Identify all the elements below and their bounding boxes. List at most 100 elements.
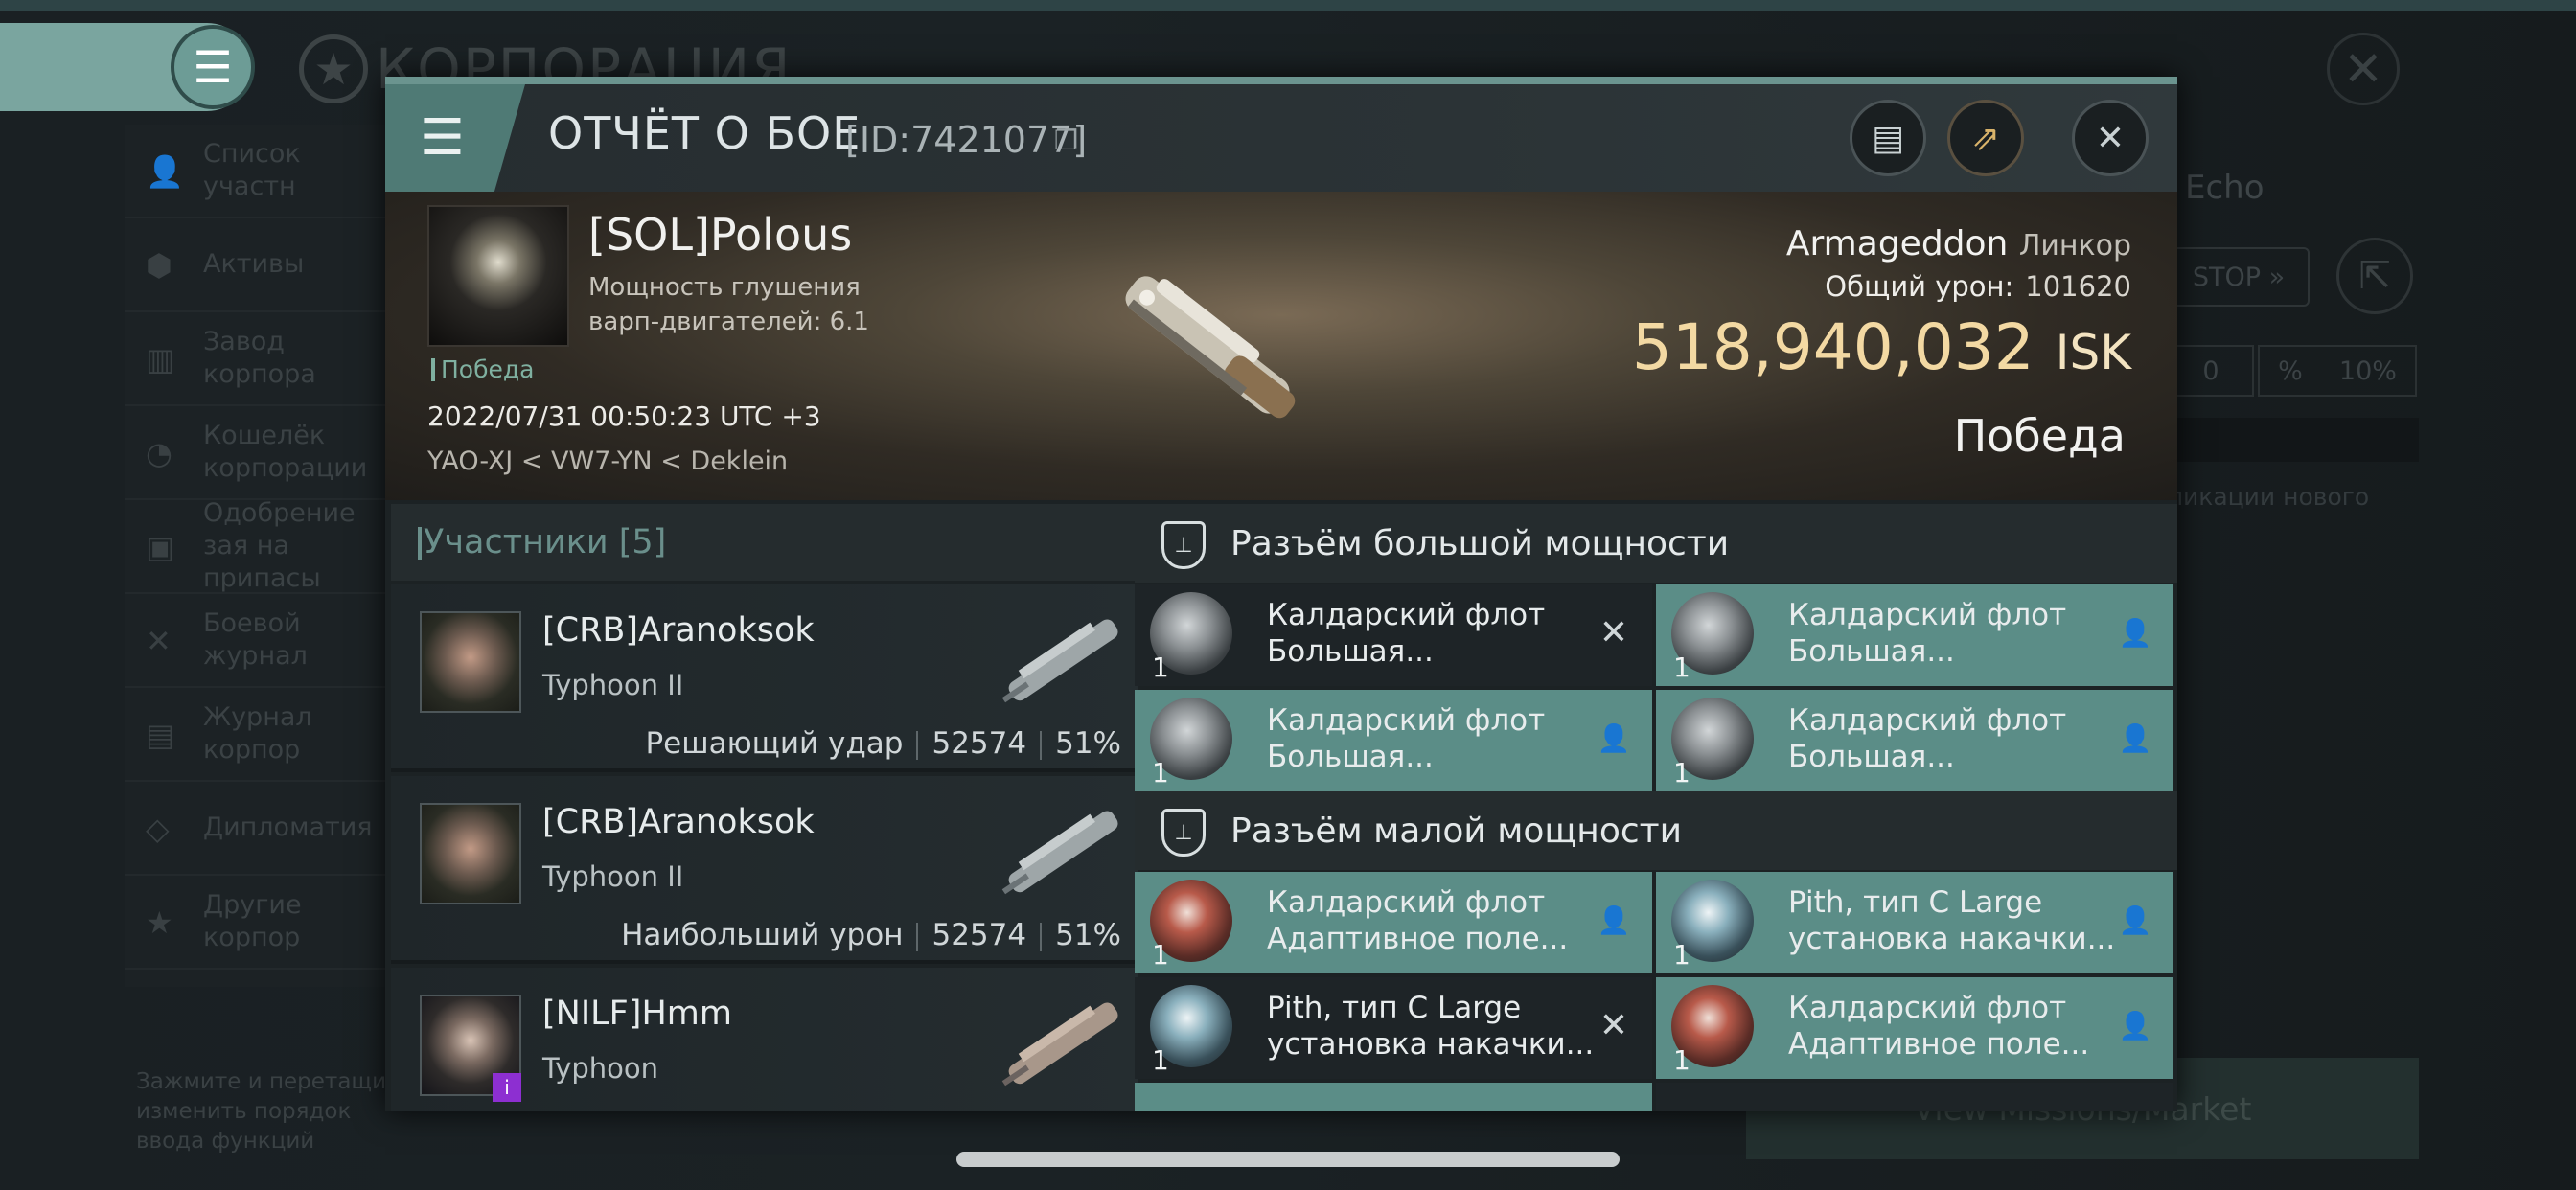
module-slot[interactable]: 1 Калдарский флот Большая... 👤 [1656,584,2174,686]
sidebar-item-members[interactable]: 👤 Список участн [125,125,393,218]
participant-ship: Typhoon [542,1052,659,1085]
sidebar-item-corporations[interactable]: ★ Другие корпор [125,876,393,970]
members-icon: 👤 [146,153,184,190]
corporations-icon: ★ [146,904,173,941]
close-icon[interactable]: ✕ [2327,33,2400,105]
module-name-2: Большая... [1267,740,1434,774]
close-icon[interactable]: ✕ [2072,100,2149,176]
dropped-person-icon: 👤 [2118,616,2152,649]
kill-datetime: 2022/07/31 00:50:23 UTC +3 [427,400,821,432]
module-slot[interactable] [1135,1083,1652,1111]
high-slot-icon: ⊥ [1162,521,1206,569]
low-slots-header: ⊥ Разъём малой мощности [1135,791,2177,870]
home-indicator[interactable] [956,1152,1620,1167]
sidebar-item-factory[interactable]: ▥ Завод корпора [125,312,393,406]
sidebar-item-approval[interactable]: ▣ Одобрение зая на припасы [125,498,393,594]
sidebar-item-label: Одобрение зая на припасы [203,498,356,593]
module-name: Pith, тип C Large [1267,991,1522,1025]
assets-icon: ⬢ [146,247,172,284]
participant-damage: 52574 [932,918,1027,952]
victim-portrait[interactable] [427,205,569,347]
module-name-2: Адаптивное поле... [1267,922,1569,956]
top-strip [0,0,2576,11]
module-slot[interactable]: 1 Pith, тип C Large установка накачки...… [1656,872,2174,973]
module-name: Калдарский флот [1788,598,2067,632]
participant-row[interactable]: i [NILF]Hmm Typhoon [391,968,1138,1111]
module-slot[interactable]: 1 Калдарский флот Большая... 👤 [1135,690,1652,791]
module-name: Калдарский флот [1267,598,1546,632]
module-slot[interactable]: 1 Калдарский флот Большая... ✕ [1135,584,1652,686]
sidebar-item-label: Дипломатия [203,812,373,842]
module-name: Калдарский флот [1788,703,2067,738]
divider [916,730,919,760]
module-slot[interactable]: 1 Pith, тип C Large установка накачки...… [1135,977,1652,1079]
external-link-icon[interactable]: ⇱ [2336,238,2413,314]
clipboard-icon[interactable]: ▤ [1850,100,1926,176]
module-name: Калдарский флот [1267,885,1546,920]
isk-value: 518,940,032 ISK [1632,310,2131,384]
dropped-person-icon: 👤 [1597,904,1631,936]
combat-log-icon: ✕ [146,623,172,659]
module-qty: 1 [1152,757,1169,789]
wallet-icon: ◔ [146,435,172,471]
module-slot[interactable]: 1 Калдарский флот Большая... 👤 [1656,690,2174,791]
participant-row[interactable]: [CRB]Aranoksok Typhoon II Решающий удар 5… [391,584,1138,772]
module-name-2: Большая... [1788,740,1955,774]
module-qty: 1 [1673,1044,1690,1076]
dialog-title: ОТЧЁТ О БОЕ [548,107,862,159]
high-slots-header: ⊥ Разъём большой мощности [1135,504,2177,583]
bg-subtext: ликации нового [2168,483,2370,511]
isk-amount: 518,940,032 [1631,310,2035,384]
participants-header: Участники [5] [391,504,1138,581]
participant-damage: 52574 [932,726,1027,761]
stop-button[interactable]: STOP » [2168,247,2310,307]
outcome: Победа [1953,410,2126,462]
approval-icon: ▣ [146,529,175,565]
sidebar-item-label: Активы [203,249,305,279]
total-damage: Общий урон: 101620 [1825,270,2131,303]
factory-icon: ▥ [146,341,175,378]
low-slots-title: Разъём малой мощности [1230,811,1683,851]
participant-row[interactable]: [CRB]Aranoksok Typhoon II Наибольший уро… [391,776,1138,964]
hamburger-menu-icon[interactable]: ☰ [171,25,255,109]
divider [1040,730,1043,760]
journal-icon: ▤ [146,717,175,753]
victim-ship-image[interactable] [1092,230,1322,460]
bg-field: 0 [2168,345,2254,397]
combat-report-dialog: ☰ ОТЧЁТ О БОЕ [ID:7421077] ❐ ▤ ⇗ ✕ [SOL]… [385,77,2177,1111]
victim-ship-name[interactable]: Armageddon Линкор [1786,224,2131,263]
divider [916,922,919,951]
bg-percent-value: 10% [2338,355,2397,386]
avatar [420,611,521,713]
module-slot[interactable]: 1 Калдарский флот Адаптивное поле... 👤 [1135,872,1652,973]
sidebar-item-journal[interactable]: ▤ Журнал корпор [125,688,393,782]
module-slot[interactable]: 1 Калдарский флот Адаптивное поле... 👤 [1656,977,2174,1079]
sidebar-item-label: Боевой журнал [203,608,308,671]
module-slot[interactable] [1656,1083,2174,1111]
info-badge-icon[interactable]: i [493,1073,521,1102]
diplomacy-icon: ◇ [146,811,170,847]
participant-ship-image [1001,811,1118,895]
corporation-star-icon: ★ [299,34,368,103]
copy-icon[interactable]: ❐ [1054,125,1078,156]
total-damage-label: Общий урон: [1825,270,2014,303]
share-icon[interactable]: ⇗ [1947,100,2024,176]
sidebar-item-wallet[interactable]: ◔ Кошелёк корпорации [125,406,393,500]
sidebar-item-diplomacy[interactable]: ◇ Дипломатия [125,782,393,876]
low-slot-icon: ⊥ [1162,809,1206,857]
avatar [420,803,521,904]
module-qty: 1 [1673,939,1690,971]
victim-name[interactable]: [SOL]Polous [588,209,852,261]
module-qty: 1 [1152,652,1169,683]
module-name-2: установка накачки... [1788,922,2116,956]
dialog-accent [385,77,2177,84]
sidebar-item-assets[interactable]: ⬢ Активы [125,218,393,312]
sidebar-item-combat-log[interactable]: ✕ Боевой журнал [125,594,393,688]
module-qty: 1 [1152,939,1169,971]
bg-echo-label: Echo [2185,169,2265,207]
participant-name: [NILF]Hmm [542,995,732,1033]
module-qty: 1 [1673,757,1690,789]
kill-location[interactable]: YAO-XJ < VW7-YN < Deklein [427,446,788,476]
sidebar-item-label: Журнал корпор [203,702,312,765]
participant-percent: 51% [1055,726,1121,761]
